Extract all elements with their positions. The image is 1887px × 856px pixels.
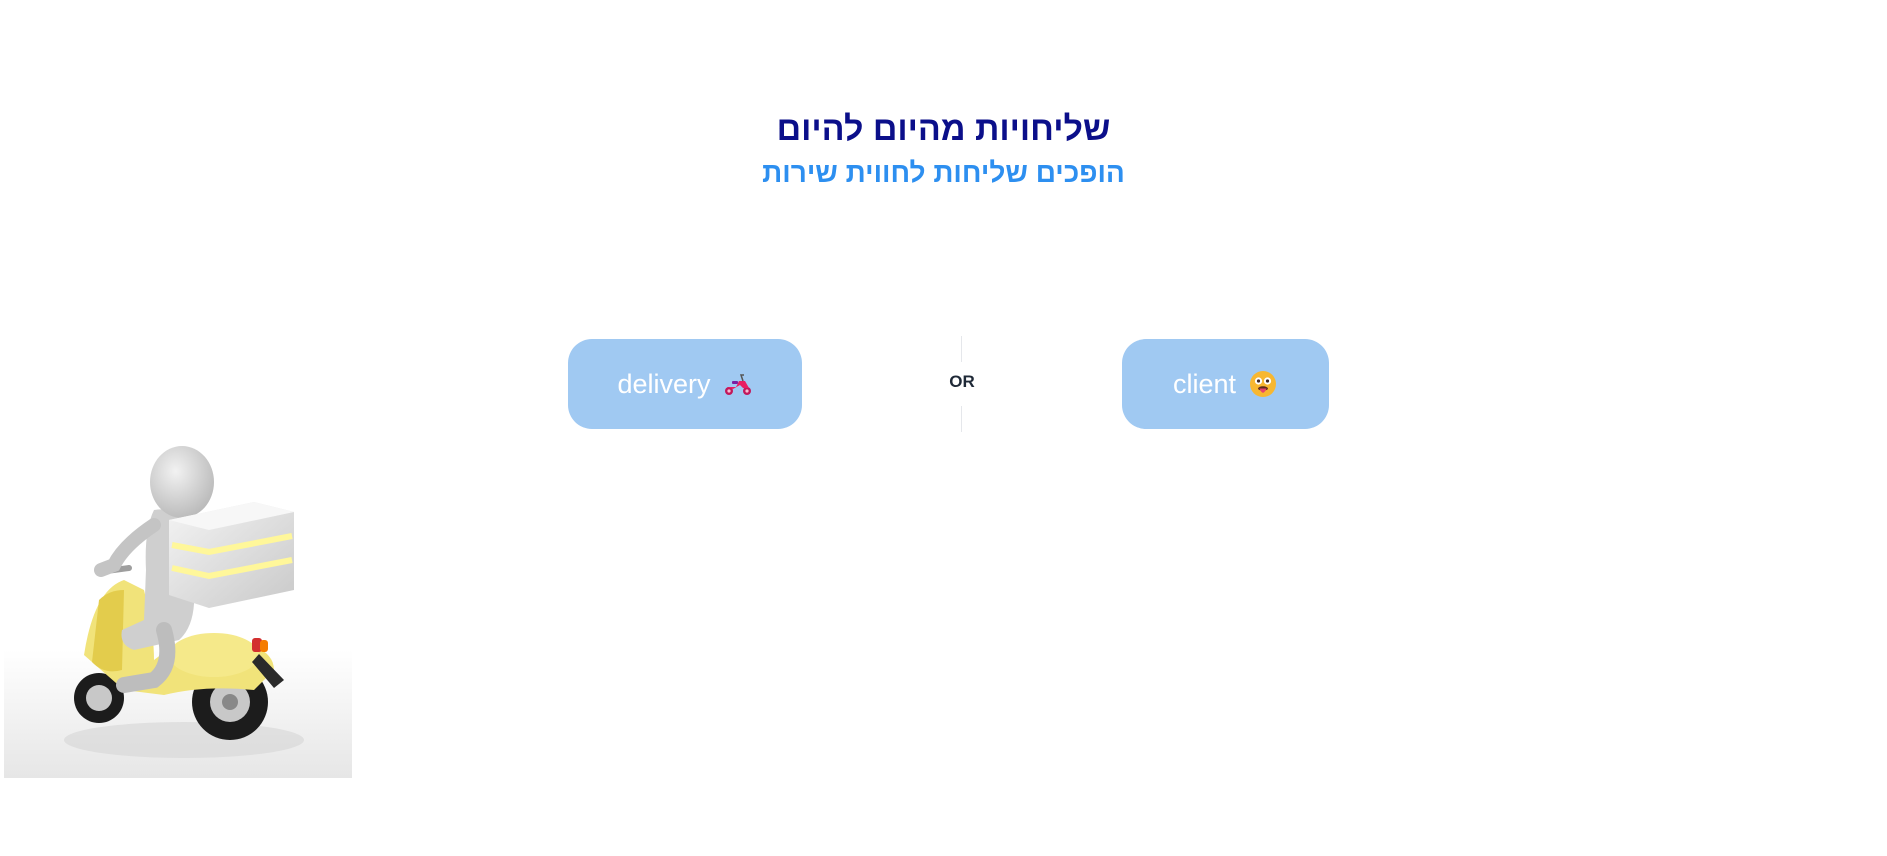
page-subtitle: הופכים שליחות לחווית שירות — [762, 157, 1125, 188]
or-divider-line-top — [961, 336, 962, 362]
delivery-person-on-scooter-illustration — [4, 440, 352, 778]
landing-page: שליחויות מהיום להיום הופכים שליחות לחווי… — [0, 0, 1887, 856]
delivery-button-label: delivery — [617, 368, 711, 399]
delivery-button[interactable]: delivery — [568, 339, 802, 429]
page-title: שליחויות מהיום להיום — [776, 110, 1111, 148]
client-button-label: client — [1172, 368, 1237, 399]
scooter-icon — [723, 369, 753, 399]
or-divider-line-bottom — [961, 406, 962, 432]
tongue-face-emoji-icon — [1248, 369, 1278, 399]
or-divider: OR — [940, 336, 984, 432]
or-label: OR — [949, 372, 975, 391]
client-button[interactable]: client — [1122, 339, 1329, 429]
